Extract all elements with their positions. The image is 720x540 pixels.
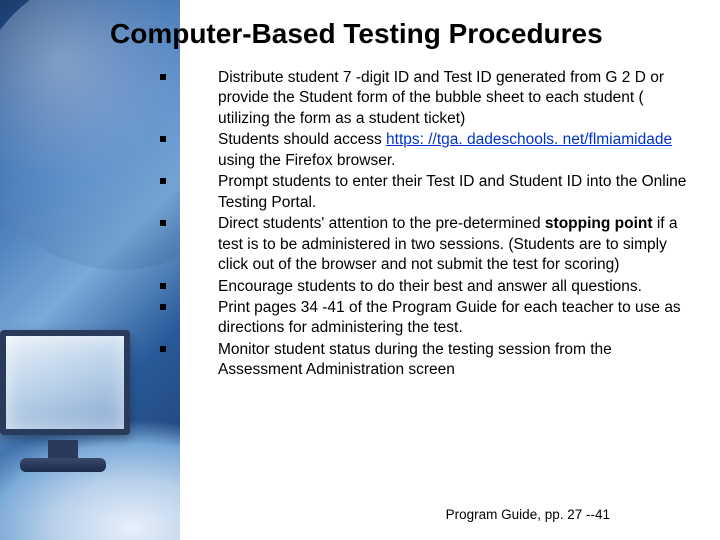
bullet-text: Direct students' attention to the pre-de… <box>218 215 545 232</box>
bullet-item: Encourage students to do their best and … <box>160 277 696 297</box>
bullet-item: Direct students' attention to the pre-de… <box>160 214 696 275</box>
bullet-item: Prompt students to enter their Test ID a… <box>160 172 696 213</box>
bullet-item: Distribute student 7 -digit ID and Test … <box>160 68 696 129</box>
slide-title: Computer-Based Testing Procedures <box>110 18 700 50</box>
bullet-item: Students should access https: //tga. dad… <box>160 130 696 171</box>
bullet-item: Print pages 34 -41 of the Program Guide … <box>160 298 696 339</box>
bullet-item: Monitor student status during the testin… <box>160 340 696 381</box>
content-area: Computer-Based Testing Procedures Distri… <box>0 0 720 540</box>
access-link[interactable]: https: //tga. dadeschools. net/flmiamida… <box>386 131 672 148</box>
footer-citation: Program Guide, pp. 27 --41 <box>446 507 610 522</box>
bullet-text: Encourage students to do their best and … <box>218 278 642 295</box>
bullet-text: using the Firefox browser. <box>218 152 395 169</box>
bullet-text: Distribute student 7 -digit ID and Test … <box>218 69 664 127</box>
bullet-text: Print pages 34 -41 of the Program Guide … <box>218 299 681 336</box>
bullet-text: Monitor student status during the testin… <box>218 341 612 378</box>
bullet-bold: stopping point <box>545 215 653 232</box>
bullet-text: Prompt students to enter their Test ID a… <box>218 173 686 210</box>
bullet-text: Students should access <box>218 131 386 148</box>
bullet-list: Distribute student 7 -digit ID and Test … <box>160 68 696 381</box>
slide: Computer-Based Testing Procedures Distri… <box>0 0 720 540</box>
